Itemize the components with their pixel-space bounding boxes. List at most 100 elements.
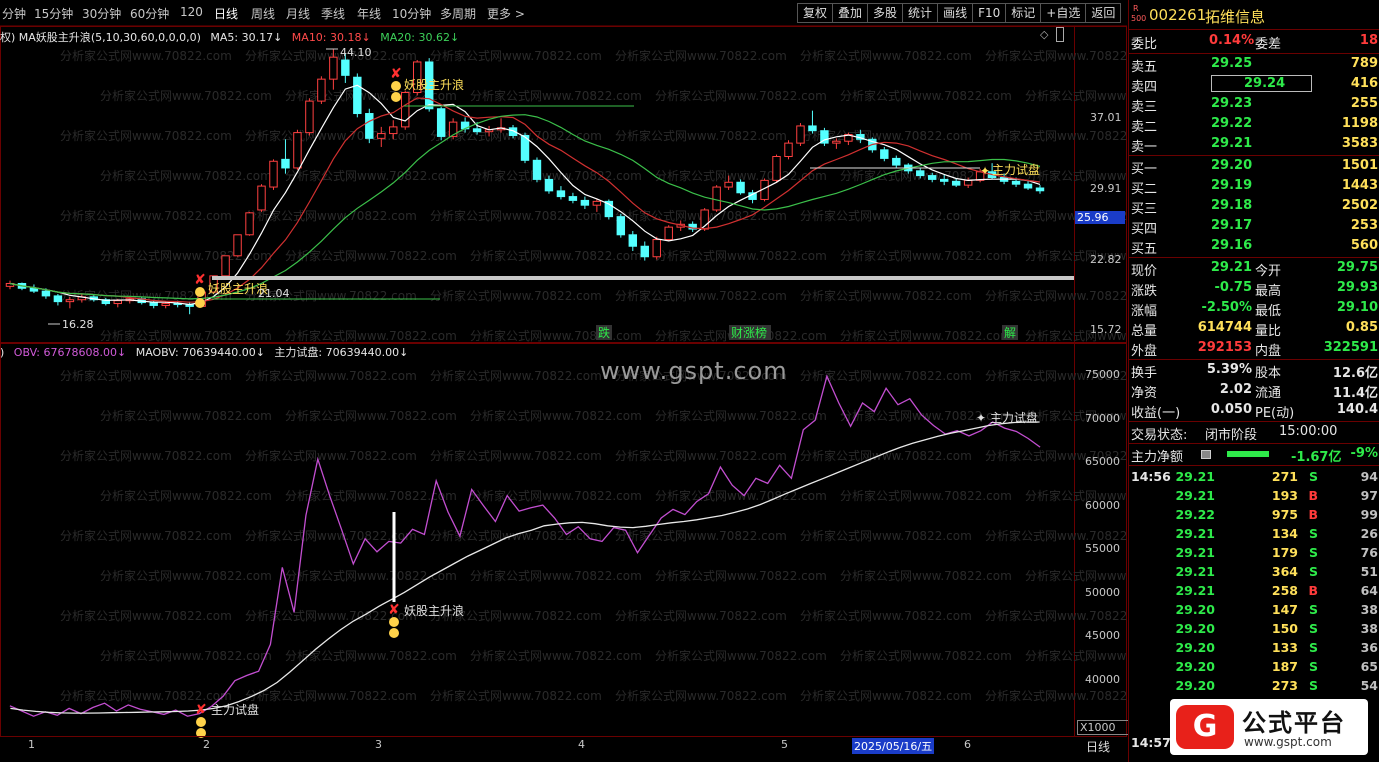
watermark-text: 分析家公式网www.70822.com [800,448,972,463]
tick-count: 65 [1360,659,1378,674]
rank-badge-n: 500 [1131,14,1147,23]
tick-row: 29.21 258 B 64 [1129,582,1379,601]
watermark-text: 分析家公式网www.70822.com [615,608,787,623]
divider [1129,257,1379,258]
candle-body [592,200,602,206]
net-flow-row: 主力净额 -1.67亿 -9% [1129,445,1379,465]
trade-time: 15:00:00 [1279,424,1338,439]
watermark-text: 分析家公式网www.70822.com [840,88,1012,103]
stat-value: 5.39% [1206,362,1252,377]
signal-marker-coin [389,617,399,627]
bid-label: 买一 [1131,162,1158,177]
watermark-text: 分析家公式网www.70822.com [470,568,642,583]
tick-count: 64 [1360,583,1378,598]
watermark-text: 分析家公式网www.70822.com [985,608,1127,623]
event-badge: 跌 [598,325,610,340]
tick-count: 94 [1360,469,1378,484]
stat-label: 涨跌 [1131,284,1158,299]
main-legend: 权) MA妖股主升浪(5,10,30,60,0,0,0,0) MA5: 30.1… [0,29,459,45]
bid-volume: 1443 [1341,178,1378,193]
stat-row: 收益(一) 0.050 PE(动) 140.4 [1129,401,1379,421]
trade-status: 闭市阶段 [1205,428,1258,443]
tick-side: S [1308,621,1318,636]
candle-body [472,128,482,133]
watermark-text: 分析家公式网www.70822.com [60,448,232,463]
watermark-text: 分析家公式网www.70822.com [985,48,1127,63]
signal-label: 主力试盘 [211,702,259,717]
watermark-text: 分析家公式网www.70822.com [100,488,272,503]
divider [1129,465,1379,466]
tick-row: 29.21 179 S 76 [1129,544,1379,563]
watermark-text: 分析家公式网www.70822.com [800,208,972,223]
watermark-text: 分析家公式网www.70822.com [430,688,602,703]
maximize-icon[interactable] [1056,27,1065,42]
tick-volume: 364 [1271,564,1298,579]
watermark-text: 分析家公式网www.70822.com [430,208,602,223]
candle-body [329,56,338,80]
month-tick: 3 [375,738,382,751]
indicator-name[interactable]: MA妖股主升浪 [19,31,91,44]
bid-row: 买五 29.16 560 [1129,237,1379,257]
signal-marker-coin [195,298,205,308]
star-icon: ✦ [976,411,986,425]
signal-marker-coin [195,287,205,297]
watermark-text: 分析家公式网www.70822.com [60,608,232,623]
watermark-text: 分析家公式网www.70822.com [100,568,272,583]
ask-volume: 789 [1350,56,1378,71]
logo-mark: G [1176,705,1234,749]
candle-body [233,234,242,257]
tick-row: 29.21 134 S 26 [1129,525,1379,544]
tick-side: S [1308,602,1318,617]
bid-volume: 560 [1350,238,1378,253]
candle-body [341,59,350,76]
watermark-text: 分析家公式网www.70822.com [655,488,827,503]
star-icon: ✦ [980,164,990,178]
tick-row: 29.20 147 S 38 [1129,601,1379,620]
tick-price: 29.21 [1175,564,1215,579]
tick-price: 29.21 [1175,526,1215,541]
watermark-text: 分析家公式网www.70822.com [615,448,787,463]
stat-label: 现价 [1131,264,1158,279]
ask-price: 29.21 [1211,136,1253,151]
tick-count: 99 [1360,507,1378,522]
tick-row: 29.22 975 B 99 [1129,506,1379,525]
candle-body [736,181,745,194]
indicator-params: (5,10,30,60,0,0,0,0) [90,31,201,44]
tick-volume: 193 [1271,488,1298,503]
signal-marker: ✘ [390,66,402,82]
ask-volume: 1198 [1341,116,1378,131]
stock-name: 拓维信息 [1205,8,1266,26]
candle-body [928,175,937,180]
watermark-text: 分析家公式网www.70822.com [1025,568,1127,583]
candle-body [161,303,170,306]
month-tick: 5 [781,738,788,751]
net-pct: -9% [1350,446,1378,461]
stock-chart[interactable]: 分析家公式网www.70822.com 分析家公式网www.70822.com 分析… [0,0,1127,762]
tick-count: 76 [1360,545,1378,560]
tick-price: 29.20 [1175,659,1215,674]
watermark-text: 分析家公式网www.70822.com [100,168,272,183]
tick-side: B [1308,488,1318,503]
diamond-icon[interactable]: ◇ [1040,28,1048,41]
stat-label: 量比 [1255,324,1282,339]
candle-body [796,125,805,144]
stat-value: 29.21 [1210,260,1252,275]
divider [1129,155,1379,156]
tick-volume: 134 [1271,526,1298,541]
stat-value: 11.4亿 [1332,386,1378,401]
list-icon[interactable] [1201,450,1211,459]
bid-price: 29.18 [1211,198,1253,213]
weicha-value: 18 [1359,33,1378,48]
tick-side: S [1308,564,1318,579]
stat-row: 总量 614744 量比 0.85 [1129,319,1379,339]
signal-marker-coin [389,628,399,638]
signal-marker-coin [391,81,401,91]
obv-lines [9,374,1041,717]
stat-row: 涨跌 -0.75 最高 29.93 [1129,279,1379,299]
bottom-period[interactable]: 日线 [1086,738,1110,755]
tick-volume: 271 [1271,469,1298,484]
watermark-text: 分析家公式网www.70822.com [470,328,642,343]
candle-body [616,216,626,236]
watermark-text: 分析家公式网www.70822.com [100,648,272,663]
watermark-text: 分析家公式网www.70822.com [800,288,972,303]
